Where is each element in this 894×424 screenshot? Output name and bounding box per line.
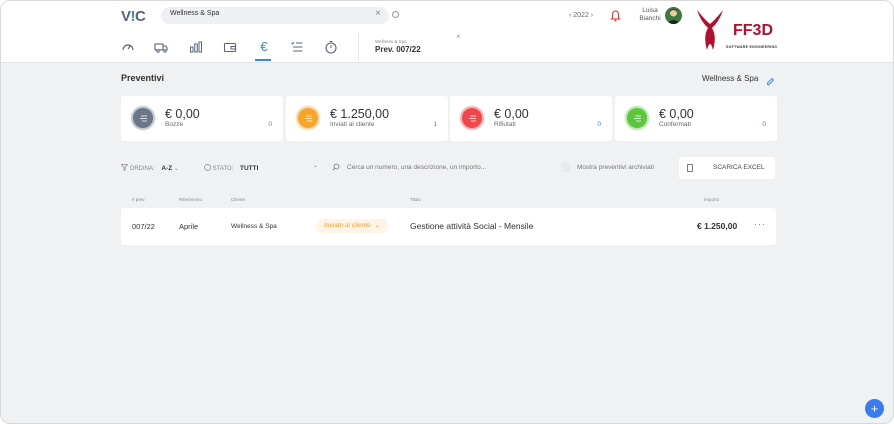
summary-card-inviati[interactable]: € 1.250,00 Inviati al cliente 1 [286,96,448,141]
doc-tab-title[interactable]: Prev. 007/22 [375,45,421,54]
list-icon [625,106,649,130]
euro-icon[interactable]: € [257,40,271,54]
summary-card-bozze[interactable]: € 0,00 Bozze 0 [121,96,283,141]
active-tab-indicator [255,59,271,61]
brand-logo: FF3D SOFTWARE ENGINEERING [693,8,793,52]
list-icon [131,106,155,130]
download-excel-button[interactable]: SCARICA EXCEL [679,157,775,179]
quote-reference: Aprile [179,222,199,231]
card-count: 0 [762,121,766,128]
card-label: Bozze [165,121,184,128]
top-header: V!C Wellness & Spa × ‹ 2022 › Luisa Bian… [1,1,893,63]
quote-title: Gestione attività Social - Mensile [410,221,534,231]
page-title: Preventivi [121,73,165,83]
truck-icon[interactable] [154,40,168,54]
status-dropdown[interactable]: Inviato al cliente ⌄ [316,219,388,233]
list-icon [296,106,320,130]
dashboard-icon[interactable] [121,40,135,54]
column-header[interactable]: # prev. [132,197,145,202]
quote-search-input[interactable]: Cerca un numero, una descrizione, un imp… [347,164,486,171]
state-dropdown-chevron-icon[interactable]: ⌄ [313,162,318,169]
column-header[interactable]: Titolo [410,197,421,202]
wallet-icon[interactable] [223,40,237,54]
quote-client: Wellness & Spa [231,223,277,230]
column-header[interactable]: Importo [704,197,719,202]
column-header[interactable]: Cliente [231,197,245,202]
client-name: Wellness & Spa [702,74,759,83]
card-label: Confermati [659,121,691,128]
notification-bell-icon[interactable] [610,9,621,27]
card-label: Rifiutati [494,121,516,128]
search-icon [332,163,340,173]
doc-tab-client[interactable]: Wellness & Spa [375,39,407,44]
card-amount: € 0,00 [494,107,529,121]
edit-icon[interactable] [766,73,775,91]
card-amount: € 0,00 [165,107,200,121]
state-filter[interactable]: STATO: TUTTI [204,164,258,172]
table-row[interactable]: 007/22 Aprile Wellness & Spa Inviato al … [121,208,776,245]
file-icon [687,164,693,172]
info-icon [204,164,211,171]
funnel-icon [120,164,129,172]
list-icon [460,106,484,130]
summary-card-confermati[interactable]: € 0,00 Confermati 0 [615,96,777,141]
bar-chart-icon[interactable] [189,40,203,54]
brand-mark-icon [697,10,723,50]
card-count: 0 [597,121,601,128]
card-label: Inviati al cliente [330,121,375,128]
card-amount: € 0,00 [659,107,694,121]
divider [358,33,359,61]
clear-search-icon[interactable]: × [375,8,381,19]
add-quote-button[interactable]: + [865,399,884,418]
close-tab-icon[interactable]: × [456,32,461,41]
quote-amount: € 1.250,00 [697,221,738,231]
more-options-icon[interactable]: ··· [754,219,766,229]
app-window: V!C Wellness & Spa × ‹ 2022 › Luisa Bian… [0,0,894,424]
order-filter[interactable]: ORDINA: A-Z ⌄ [120,164,179,172]
checklist-icon[interactable] [290,40,304,54]
app-logo[interactable]: V!C [121,8,146,25]
clock-icon[interactable] [392,11,399,18]
card-count: 0 [268,121,272,128]
chevron-down-icon: ⌄ [372,222,380,229]
card-amount: € 1.250,00 [330,107,390,121]
quote-number: 007/22 [132,222,155,231]
archived-label: Mostra preventivi archiviati [577,164,654,171]
year-selector[interactable]: ‹ 2022 › [569,12,593,19]
avatar[interactable] [665,7,682,24]
column-header[interactable]: Riferimento [179,197,202,202]
search-value: Wellness & Spa [170,10,220,17]
client-search[interactable]: Wellness & Spa × [161,7,389,24]
user-name[interactable]: Luisa Bianchi [635,7,665,23]
summary-card-rifiutati[interactable]: € 0,00 Rifiutati 0 [450,96,612,141]
archived-checkbox[interactable] [561,163,570,172]
timer-icon[interactable] [324,40,338,54]
chevron-down-icon: ⌄ [173,166,179,172]
card-count: 1 [433,121,437,128]
